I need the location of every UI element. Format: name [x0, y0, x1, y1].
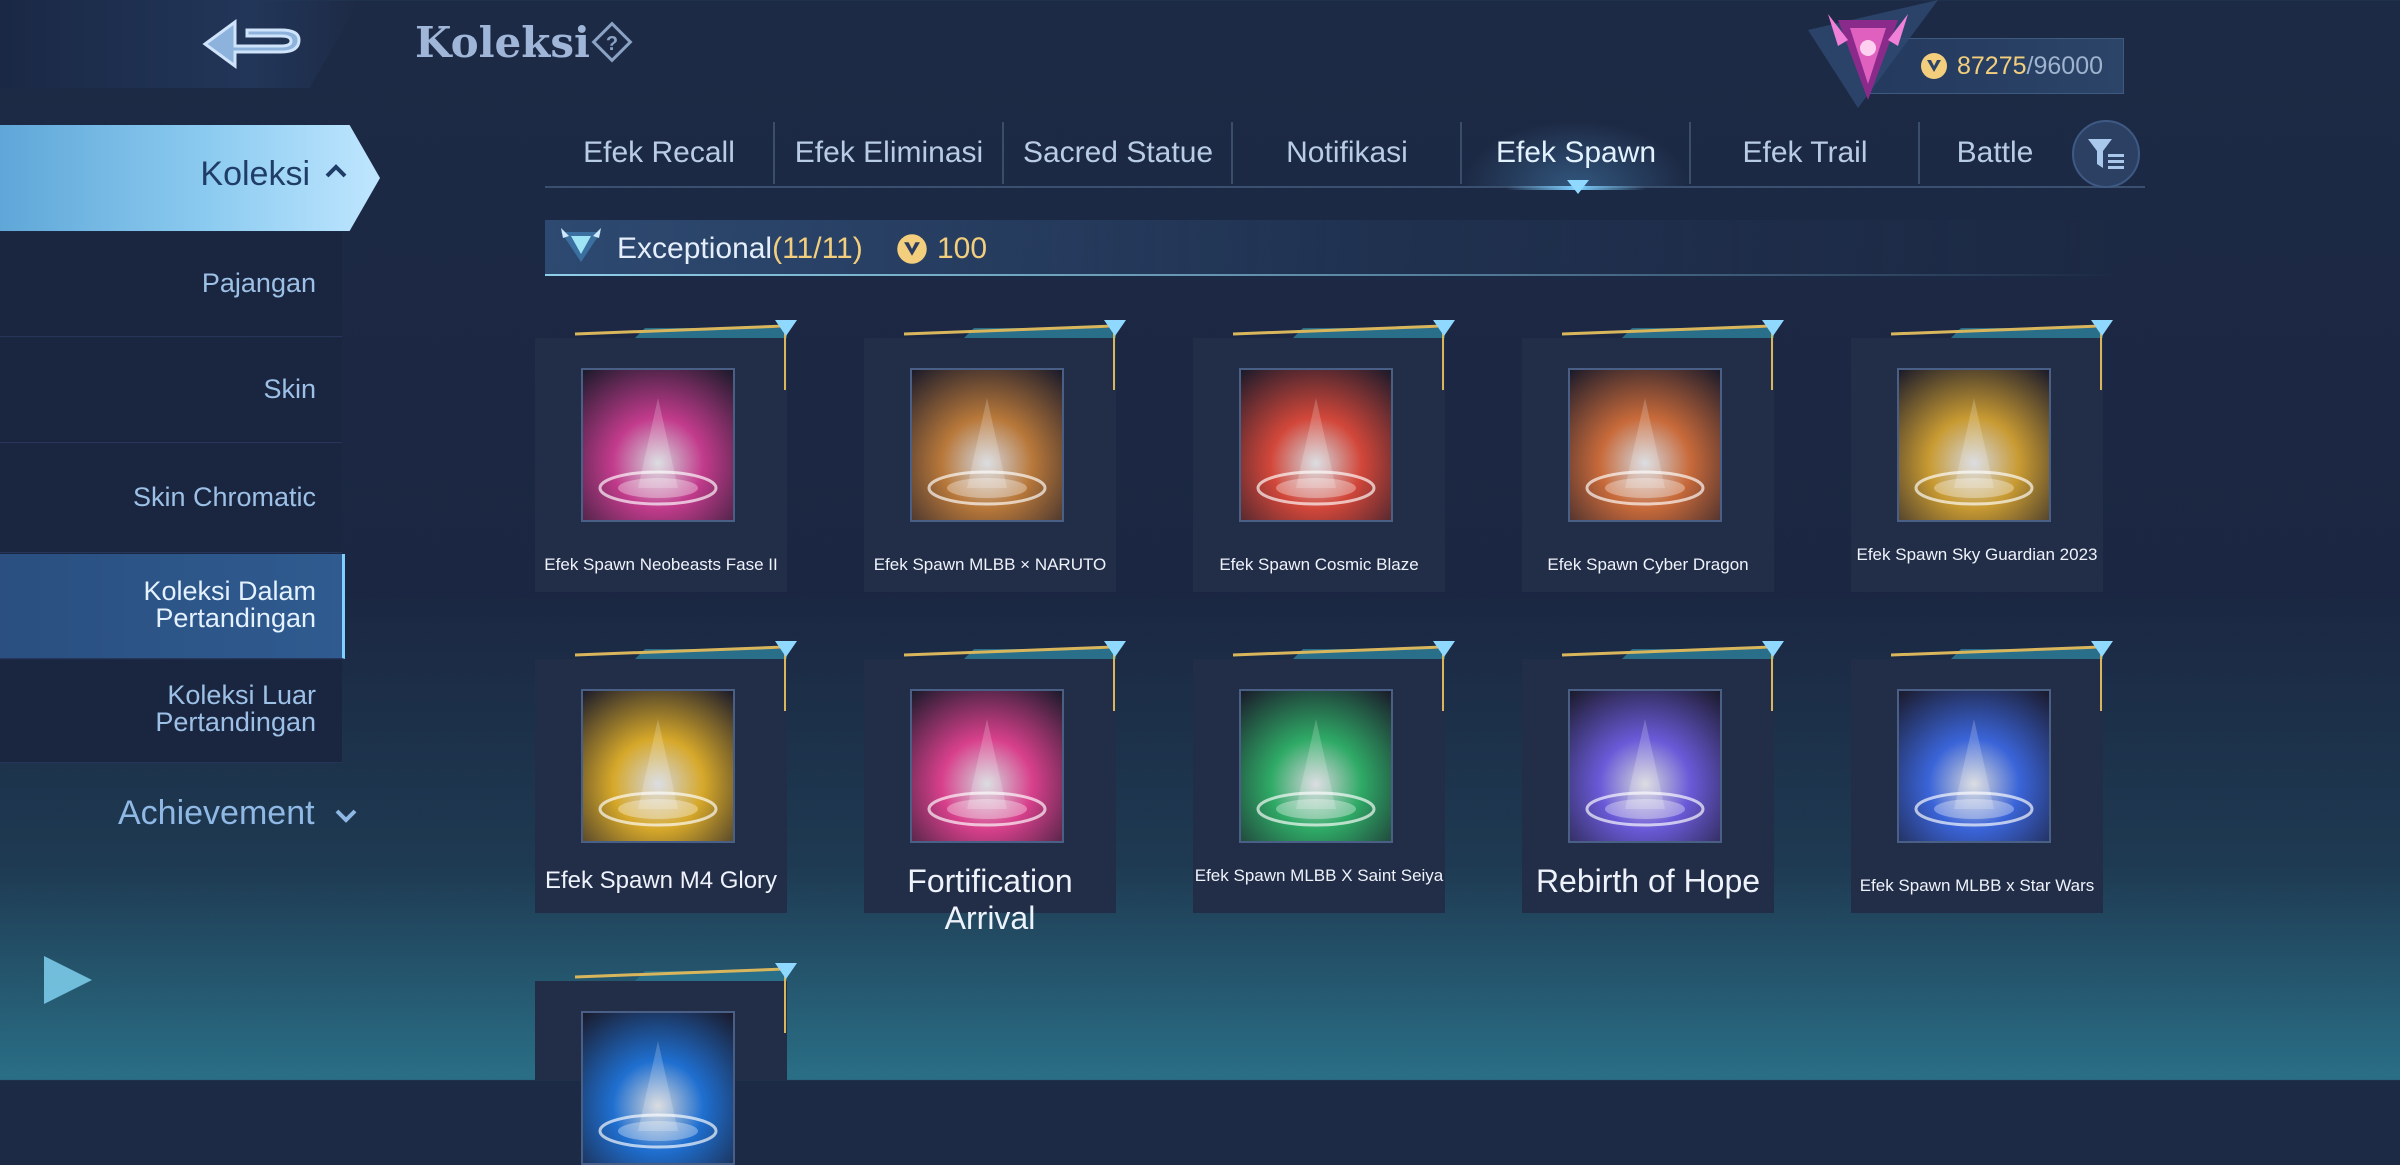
effect-thumbnail — [581, 368, 735, 522]
effect-glow-icon — [1585, 398, 1705, 506]
section-title: Exceptional(11/11) — [617, 232, 863, 266]
tab-efek-spawn[interactable]: Efek Spawn — [1462, 120, 1690, 190]
collection-card[interactable]: Efek Spawn Cosmic Blaze — [1193, 320, 1455, 592]
collection-card[interactable]: Efek Spawn MLBB × NARUTO — [864, 320, 1126, 592]
play-triangle-icon — [44, 956, 92, 1004]
collection-card[interactable]: Efek Spawn MLBB X Saint Seiya — [1193, 641, 1455, 913]
sidebar-item-label: Pajangan — [201, 268, 316, 298]
collection-card[interactable]: Fortification Arrival — [864, 641, 1126, 936]
back-button[interactable] — [190, 10, 320, 78]
effect-thumbnail — [910, 368, 1064, 522]
card-title: Efek Spawn Cyber Dragon — [1547, 555, 1749, 574]
currency-value: 87275 — [1957, 51, 2027, 80]
sidebar-item-label: Skin Chromatic — [132, 482, 316, 512]
sidebar-item-label: Koleksi Dalam Pertandingan — [143, 576, 316, 633]
tab-battle[interactable]: Battle — [1920, 120, 2070, 186]
sidebar-item-label: Skin — [263, 374, 316, 404]
svg-text:?: ? — [606, 33, 618, 55]
effect-thumbnail — [1568, 368, 1722, 522]
card-title: Efek Spawn Cosmic Blaze — [1219, 555, 1419, 574]
card-title: Fortification Arrival — [907, 863, 1073, 936]
effect-glow-icon — [1914, 719, 2034, 827]
effect-thumbnail — [581, 689, 735, 843]
sidebar-item-label: Koleksi Luar Pertandingan — [155, 680, 316, 737]
effect-glow-icon — [1914, 398, 2034, 506]
effect-glow-icon — [1585, 719, 1705, 827]
card-title: Efek Spawn MLBB X Saint Seiya — [1194, 866, 1444, 885]
effect-glow-icon — [598, 398, 718, 506]
tab-efek-trail[interactable]: Efek Trail — [1691, 120, 1919, 186]
card-title: Efek Spawn MLBB × NARUTO — [873, 555, 1107, 574]
effect-thumbnail — [1239, 368, 1393, 522]
card-title: Rebirth of Hope — [1535, 863, 1761, 899]
section-header: Exceptional(11/11) 100 — [545, 220, 2120, 276]
coin-icon — [897, 234, 927, 264]
effect-thumbnail — [1568, 689, 1722, 843]
effect-thumbnail — [1897, 689, 2051, 843]
collection-card[interactable]: Efek Spawn MLBB x Star Wars — [1851, 641, 2113, 913]
back-arrow-icon — [202, 19, 301, 69]
tab-notifikasi[interactable]: Notifikasi — [1233, 120, 1461, 186]
collection-card[interactable]: Efek Spawn Neobeasts Fase II — [535, 320, 797, 592]
collection-card[interactable]: Rebirth of Hope — [1522, 641, 1784, 913]
sidebar-item-skin[interactable]: Skin — [0, 338, 342, 443]
filter-button[interactable] — [2072, 120, 2140, 188]
active-tab-marker-icon — [1567, 180, 1589, 194]
effect-glow-icon — [927, 398, 1047, 506]
page-title: Koleksi — [415, 18, 590, 67]
achievement-label: Achievement — [118, 794, 315, 832]
effect-thumbnail — [1897, 368, 2051, 522]
sidebar-item-koleksi-dalam-pertandingan[interactable]: Koleksi Dalam Pertandingan — [0, 554, 345, 659]
collection-card[interactable] — [535, 963, 797, 1165]
question-icon[interactable]: ? — [590, 20, 634, 64]
effect-thumbnail — [581, 1011, 735, 1165]
effect-thumbnail — [910, 689, 1064, 843]
effect-glow-icon — [598, 1041, 718, 1149]
sidebar-active-label: Koleksi — [200, 155, 310, 193]
filter-icon — [2088, 139, 2124, 169]
sidebar-item-skin-chromatic[interactable]: Skin Chromatic — [0, 444, 342, 553]
effect-glow-icon — [1256, 719, 1376, 827]
section-title-text: Exceptional — [617, 232, 773, 265]
sidebar-item-koleksi-luar-pertandingan[interactable]: Koleksi Luar Pertandingan — [0, 660, 342, 763]
collection-card[interactable]: Efek Spawn Sky Guardian 2023 — [1851, 320, 2113, 592]
chevron-up-icon — [325, 164, 347, 178]
effect-glow-icon — [927, 719, 1047, 827]
collection-card[interactable]: Efek Spawn Cyber Dragon — [1522, 320, 1784, 592]
sidebar-koleksi-active[interactable]: Koleksi — [0, 125, 380, 231]
card-title: Efek Spawn MLBB x Star Wars — [1859, 876, 2095, 895]
card-title: Efek Spawn M4 Glory — [544, 867, 778, 894]
card-title: Efek Spawn Sky Guardian 2023 — [1856, 545, 2098, 564]
rank-emblem-icon — [1808, 0, 1938, 108]
effect-thumbnail — [1239, 689, 1393, 843]
effect-glow-icon — [1256, 398, 1376, 506]
currency-max: /96000 — [2026, 51, 2103, 80]
exceptional-rank-icon — [561, 228, 601, 262]
chevron-down-icon — [335, 809, 357, 823]
section-price: 100 — [937, 232, 988, 265]
sidebar-item-pajangan[interactable]: Pajangan — [0, 232, 342, 337]
collection-card[interactable]: Efek Spawn M4 Glory — [535, 641, 797, 913]
sidebar-achievement[interactable]: Achievement — [118, 794, 358, 833]
tab-efek-recall[interactable]: Efek Recall — [545, 120, 773, 186]
tab-bar: Efek Recall Efek Eliminasi Sacred Statue… — [545, 120, 2145, 190]
tab-efek-eliminasi[interactable]: Efek Eliminasi — [775, 120, 1003, 186]
section-count: (11/11) — [772, 232, 863, 265]
card-title: Efek Spawn Neobeasts Fase II — [544, 555, 778, 574]
effect-glow-icon — [598, 719, 718, 827]
tab-sacred-statue[interactable]: Sacred Statue — [1004, 120, 1232, 186]
